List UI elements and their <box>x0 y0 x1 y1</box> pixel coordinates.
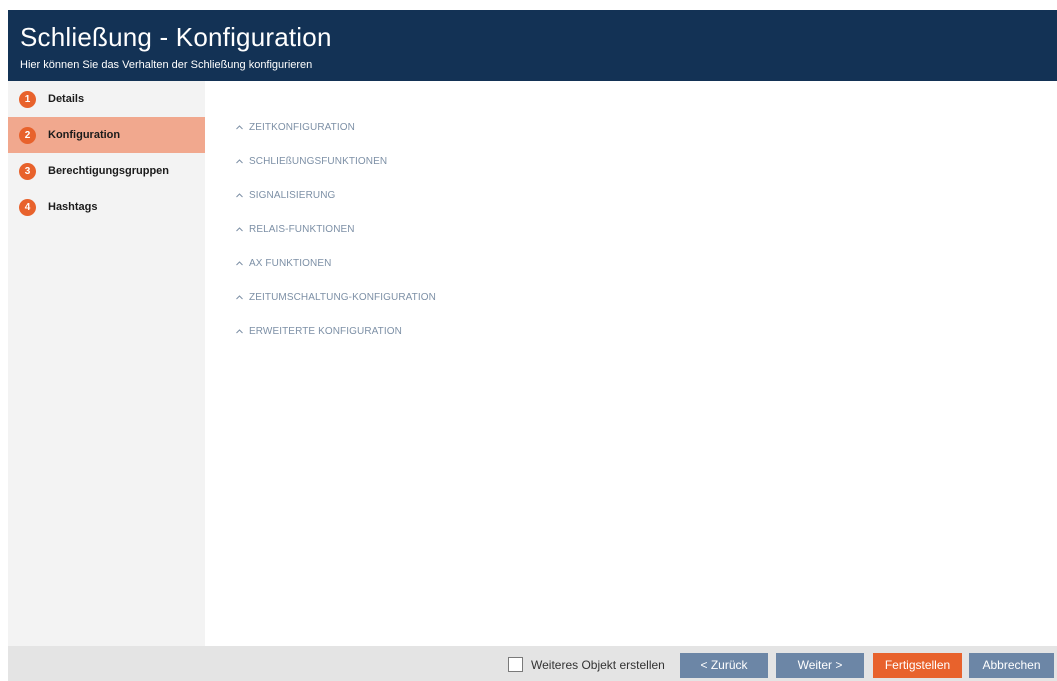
section-erweiterte-konfiguration[interactable]: ERWEITERTE KONFIGURATION <box>236 323 402 339</box>
step-konfiguration[interactable]: 2 Konfiguration <box>8 117 214 153</box>
step-label: Hashtags <box>48 201 98 213</box>
step-label: Berechtigungsgruppen <box>48 165 170 177</box>
back-button[interactable]: < Zurück <box>680 653 768 678</box>
section-title: ZEITKONFIGURATION <box>249 121 355 133</box>
chevron-up-icon <box>236 124 243 131</box>
dialog-footer: Weiteres Objekt erstellen < Zurück Weite… <box>8 646 1057 681</box>
dialog-header: Schließung - Konfiguration Hier können S… <box>8 10 1057 81</box>
step-number-badge: 4 <box>19 198 36 216</box>
section-ax-funktionen[interactable]: AX FUNKTIONEN <box>236 255 331 271</box>
chevron-up-icon <box>236 294 243 301</box>
step-label: Konfiguration <box>48 129 121 141</box>
wizard-steps-sidebar: 1 Details 2 Konfiguration 3 Berechtigung… <box>8 81 214 646</box>
section-zeitumschaltung-konfiguration[interactable]: ZEITUMSCHALTUNG-KONFIGURATION <box>236 289 436 305</box>
section-relais-funktionen[interactable]: RELAIS-FUNKTIONEN <box>236 221 355 237</box>
finish-button[interactable]: Fertigstellen <box>873 653 962 678</box>
section-title: AX FUNKTIONEN <box>249 257 332 269</box>
cancel-button[interactable]: Abbrechen <box>969 653 1054 678</box>
chevron-up-icon <box>236 158 243 165</box>
step-number-badge: 3 <box>19 162 36 180</box>
section-schliessungsfunktionen[interactable]: SCHLIEßUNGSFUNKTIONEN <box>236 153 387 169</box>
dialog-window: Schließung - Konfiguration Hier können S… <box>8 10 1057 681</box>
section-title: ERWEITERTE KONFIGURATION <box>249 325 402 337</box>
section-title: RELAIS-FUNKTIONEN <box>249 223 355 235</box>
section-title: SCHLIEßUNGSFUNKTIONEN <box>249 155 388 167</box>
configuration-panel: ZEITKONFIGURATION SCHLIEßUNGSFUNKTIONEN … <box>205 81 1057 646</box>
section-title: SIGNALISIERUNG <box>249 189 336 201</box>
section-title: ZEITUMSCHALTUNG-KONFIGURATION <box>249 291 436 303</box>
section-signalisierung[interactable]: SIGNALISIERUNG <box>236 187 335 203</box>
step-label: Details <box>48 93 85 105</box>
step-details[interactable]: 1 Details <box>8 81 205 117</box>
chevron-up-icon <box>236 226 243 233</box>
next-button[interactable]: Weiter > <box>776 653 864 678</box>
create-another-label: Weiteres Objekt erstellen <box>531 657 665 672</box>
section-zeitkonfiguration[interactable]: ZEITKONFIGURATION <box>236 119 355 135</box>
page-title: Schließung - Konfiguration <box>20 22 332 52</box>
create-another-checkbox[interactable] <box>508 657 523 672</box>
chevron-up-icon <box>236 328 243 335</box>
step-berechtigungsgruppen[interactable]: 3 Berechtigungsgruppen <box>8 153 205 189</box>
chevron-up-icon <box>236 192 243 199</box>
step-number-badge: 1 <box>19 90 36 108</box>
step-hashtags[interactable]: 4 Hashtags <box>8 189 205 225</box>
chevron-up-icon <box>236 260 243 267</box>
create-another-option[interactable]: Weiteres Objekt erstellen <box>508 656 665 673</box>
page-subtitle: Hier können Sie das Verhalten der Schlie… <box>20 59 313 71</box>
step-number-badge: 2 <box>19 126 36 144</box>
